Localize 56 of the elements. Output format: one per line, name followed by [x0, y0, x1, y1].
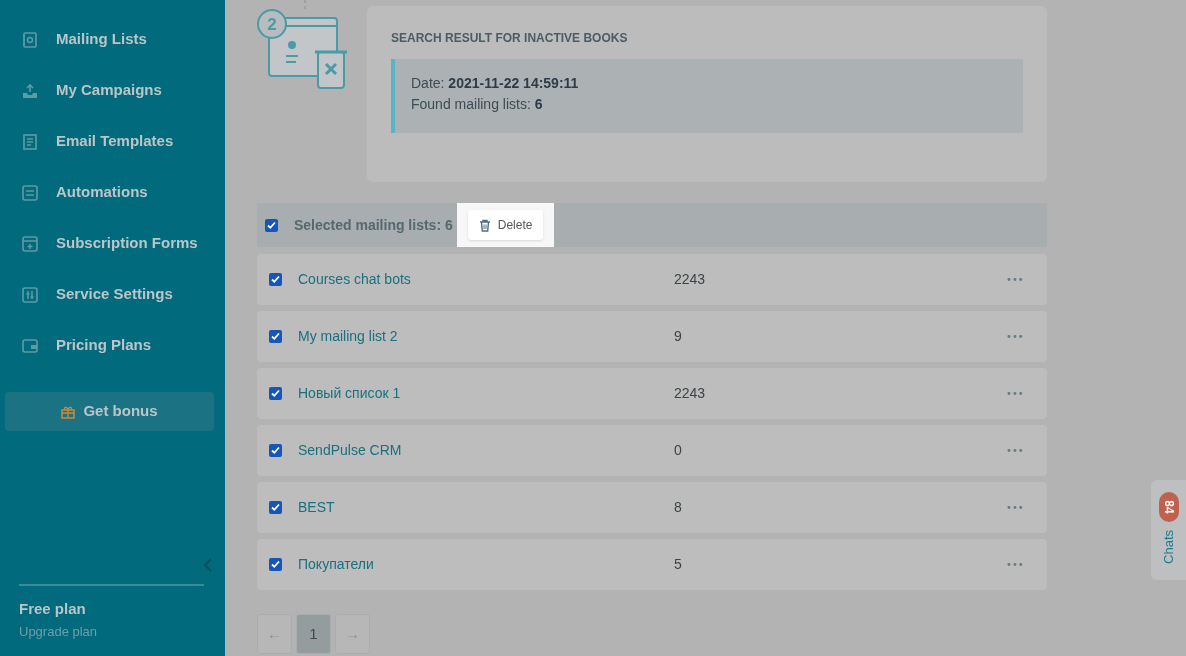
- selected-count: Selected mailing lists: 6: [294, 215, 453, 235]
- date-text: Date: 2021-11-22 14:59:11: [411, 74, 580, 93]
- wallet-icon: [21, 336, 39, 355]
- trash-icon: [478, 218, 491, 232]
- subscriber-count: 2243: [674, 384, 707, 403]
- send-icon: [21, 81, 39, 100]
- delete-button[interactable]: Delete: [467, 210, 544, 240]
- form-icon: [21, 234, 39, 253]
- checkbox[interactable]: [269, 444, 282, 457]
- book-icon: [21, 30, 39, 49]
- get-bonus-button[interactable]: Get bonus: [5, 392, 214, 431]
- list-name-link[interactable]: Courses chat bots: [298, 269, 674, 290]
- plan-name: Free plan: [19, 600, 87, 618]
- checkbox[interactable]: [269, 273, 282, 286]
- checkbox[interactable]: [265, 218, 278, 232]
- checkbox[interactable]: [269, 330, 282, 343]
- result-title: SEARCH RESULT FOR INACTIVE BOOKS: [391, 31, 629, 45]
- list-name-link[interactable]: BEST: [298, 497, 674, 518]
- more-button[interactable]: •••: [1006, 329, 1024, 344]
- sidebar-item[interactable]: Mailing Lists: [0, 14, 225, 65]
- list-name-link[interactable]: My mailing list 2: [298, 326, 674, 347]
- subscriber-count: 8: [674, 498, 683, 517]
- sidebar-item[interactable]: Service Settings: [0, 269, 225, 320]
- list-name-link[interactable]: Покупатели: [298, 554, 674, 575]
- checkbox[interactable]: [269, 387, 282, 400]
- list-name-link[interactable]: Новый список 1: [298, 383, 674, 404]
- subscriber-count: 0: [674, 441, 683, 460]
- more-button[interactable]: •••: [1006, 500, 1024, 515]
- more-button[interactable]: •••: [1006, 272, 1024, 287]
- checkbox[interactable]: [269, 558, 282, 571]
- more-button[interactable]: •••: [1006, 443, 1024, 458]
- subscriber-count: 9: [674, 327, 683, 346]
- next-page-button[interactable]: →: [335, 614, 370, 654]
- more-button[interactable]: •••: [1006, 557, 1024, 572]
- sidebar-item[interactable]: Automations: [0, 167, 225, 218]
- sliders-icon: [21, 285, 39, 304]
- chat-count-badge: 84: [1158, 492, 1179, 522]
- list-name-link[interactable]: SendPulse CRM: [298, 440, 674, 461]
- template-icon: [21, 132, 39, 151]
- more-button[interactable]: •••: [1006, 386, 1024, 401]
- page-button[interactable]: 1: [296, 614, 331, 654]
- sidebar-item[interactable]: Pricing Plans: [0, 320, 225, 371]
- subscriber-count: 2243: [674, 270, 707, 289]
- sidebar-item[interactable]: Subscription Forms: [0, 218, 225, 269]
- sidebar-item[interactable]: Email Templates: [0, 116, 225, 167]
- subscriber-count: 5: [674, 555, 683, 574]
- gift-icon: [61, 404, 76, 419]
- chats-tab[interactable]: 84 Chats: [1151, 480, 1186, 580]
- automation-icon: [21, 183, 39, 202]
- upgrade-plan-link[interactable]: Upgrade plan: [19, 624, 204, 640]
- step-number: 2: [267, 15, 277, 34]
- found-count-text: Found mailing lists: 6: [411, 95, 544, 114]
- previous-page-button[interactable]: ←: [257, 614, 292, 654]
- checkbox[interactable]: [269, 501, 282, 514]
- sidebar-item[interactable]: My Campaigns: [0, 65, 225, 116]
- chats-label: Chats: [1159, 530, 1177, 564]
